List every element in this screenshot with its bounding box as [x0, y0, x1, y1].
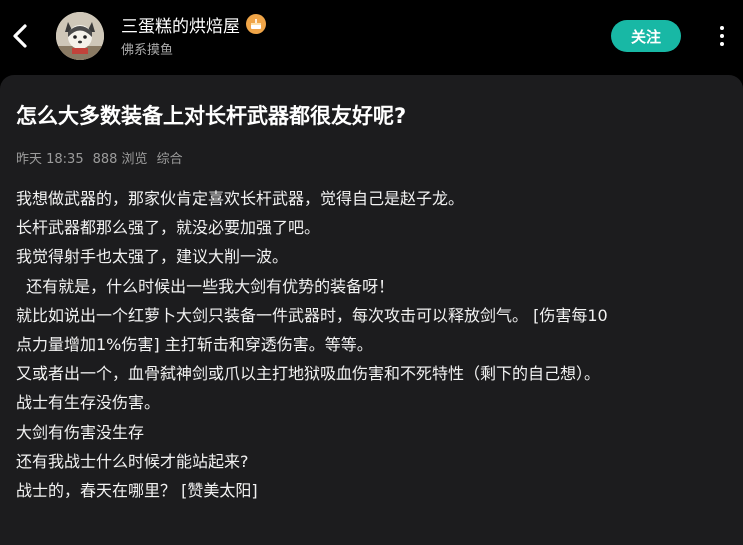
content-line: 战士的，春天在哪里？ [赞美太阳]	[16, 481, 258, 501]
post-content: 我想做武器的，那家伙肯定喜欢长杆武器，觉得自己是赵子龙。 长杆武器都那么强了，就…	[16, 184, 728, 505]
content-line: 点力量增加1%伤害] 主打斩击和穿透伤害。等等。	[16, 335, 373, 355]
chevron-left-icon	[13, 24, 27, 48]
content-line: 我想做武器的，那家伙肯定喜欢长杆武器，觉得自己是赵子龙。	[16, 189, 465, 208]
back-button[interactable]	[6, 20, 34, 52]
content-line: 大剑有伤害没生存	[16, 422, 145, 442]
cake-badge-icon	[246, 14, 266, 34]
view-count: 888 浏览	[92, 152, 148, 167]
dot	[720, 26, 724, 30]
top-bar: 三蛋糕的烘焙屋 佛系摸鱼 关注	[0, 0, 743, 72]
post-meta: 昨天 18:35 888 浏览 综合	[16, 148, 183, 167]
post-category[interactable]: 综合	[157, 148, 183, 167]
content-line: 我觉得射手也太强了，建议大削一波。	[16, 247, 289, 267]
post-title: 怎么大多数装备上对长杆武器都很友好呢?	[16, 104, 407, 128]
more-options-button[interactable]	[710, 20, 734, 52]
author-row: 三蛋糕的烘焙屋	[121, 11, 266, 37]
content-line: 还有就是，什么时候出一些我大剑有优势的装备呀！	[16, 276, 395, 296]
follow-button[interactable]: 关注	[611, 20, 681, 52]
content-line: 长杆武器都那么强了，就没必要加强了吧。	[16, 218, 321, 238]
avatar[interactable]	[56, 12, 104, 60]
content-line: 就比如说出一个红萝卜大剑只装备一件武器时，每次攻击可以释放剑气。 [伤害每10	[16, 305, 608, 325]
dot	[720, 42, 724, 46]
avatar-image	[56, 12, 104, 60]
content-line: 又或者出一个，血骨弑神剑或爪以主打地狱吸血伤害和不死特性（剩下的自己想）。	[16, 364, 601, 384]
content-line: 战士有生存没伤害。	[16, 393, 161, 413]
dot	[720, 34, 724, 38]
post-time: 昨天 18:35	[16, 152, 84, 167]
author-subtitle: 佛系摸鱼	[121, 43, 174, 58]
content-line: 还有我战士什么时候才能站起来?	[16, 451, 249, 471]
author-name[interactable]: 三蛋糕的烘焙屋	[121, 12, 240, 37]
